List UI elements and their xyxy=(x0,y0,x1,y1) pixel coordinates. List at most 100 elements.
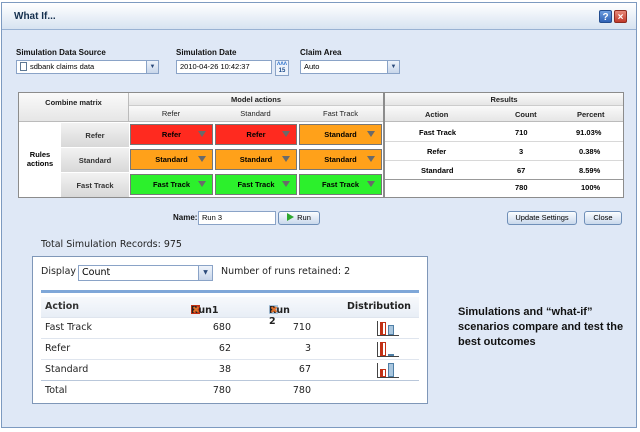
display-label: Display xyxy=(41,266,77,277)
row-header-standard: Standard xyxy=(61,147,129,172)
dropdown-icon xyxy=(282,131,290,137)
claim-area-label: Claim Area xyxy=(300,48,342,57)
matrix-cell-select[interactable]: Fast Track xyxy=(130,174,213,195)
results-percent: 8.59% xyxy=(579,166,601,175)
divider xyxy=(41,290,419,293)
results-col-percent: Percent xyxy=(577,110,605,119)
runs-retained-label: Number of runs retained: 2 xyxy=(221,266,351,277)
run-button-label: Run xyxy=(297,213,311,222)
data-source-value: sdbank claims data xyxy=(30,62,95,71)
model-actions-label: Model actions xyxy=(129,93,383,106)
matrix-cell-value: Standard xyxy=(324,130,357,139)
comparison-row: Refer 62 3 xyxy=(41,339,419,360)
matrix-cell-select[interactable]: Refer xyxy=(130,124,213,145)
close-button[interactable]: Close xyxy=(584,211,622,225)
results-action: Refer xyxy=(427,147,447,156)
matrix-cell-select[interactable]: Standard xyxy=(130,149,213,170)
play-icon xyxy=(287,213,295,221)
dialog-title: What If... xyxy=(14,11,56,22)
close-icon[interactable]: × xyxy=(614,10,627,23)
col-header-refer: Refer xyxy=(129,106,213,122)
dropdown-icon xyxy=(367,131,375,137)
total-run1: 780 xyxy=(212,385,231,396)
run2-bar xyxy=(388,325,394,335)
help-icon[interactable]: ? xyxy=(599,10,612,23)
row-run1: 62 xyxy=(218,343,231,354)
matrix-cell-select[interactable]: Fast Track xyxy=(215,174,297,195)
results-total-percent: 100% xyxy=(581,183,601,192)
matrix-cell-value: Standard xyxy=(324,155,357,164)
what-if-dialog: What If... ? × Simulation Data Source sd… xyxy=(1,2,637,428)
results-header-row: Action Count Percent xyxy=(385,106,623,122)
results-col-action: Action xyxy=(425,110,449,119)
chevron-down-icon[interactable]: ▼ xyxy=(387,61,399,73)
dropdown-icon xyxy=(198,131,206,137)
run2-bar xyxy=(388,363,394,377)
matrix-cell-value: Fast Track xyxy=(321,180,360,189)
results-action: Standard xyxy=(421,166,454,175)
distribution-chart xyxy=(377,342,399,357)
col-action: Action xyxy=(45,301,80,312)
distribution-chart xyxy=(377,321,399,336)
distribution-chart xyxy=(377,363,399,378)
caption-text: Simulations and “what-if” scenarios comp… xyxy=(458,306,624,348)
claim-area-select[interactable]: Auto ▼ xyxy=(300,60,400,74)
results-count: 3 xyxy=(519,147,524,156)
comparison-header-row: Action Run1 ✖ Run 2 ✖ Distribution xyxy=(41,297,419,327)
results-row: Refer 3 0.38% xyxy=(385,142,623,161)
title-bar: What If... ? × xyxy=(2,3,636,30)
results-action: Fast Track xyxy=(419,128,457,137)
row-action: Fast Track xyxy=(45,322,92,333)
matrix-cell-select[interactable]: Standard xyxy=(299,124,382,145)
results-count: 67 xyxy=(517,166,526,175)
combine-matrix: Combine matrix Model actions Refer Stand… xyxy=(18,92,384,198)
results-count: 710 xyxy=(515,128,528,137)
run-button[interactable]: Run xyxy=(278,211,320,225)
calendar-day: 15 xyxy=(278,68,286,74)
row-action: Standard xyxy=(45,364,89,375)
run1-bar xyxy=(380,322,386,335)
sim-date-field[interactable]: 2010-04-26 10:42:37 xyxy=(176,60,272,74)
dropdown-icon xyxy=(367,181,375,187)
calendar-icon[interactable]: ᴧᴧᴧ 15 xyxy=(275,60,289,76)
col-distribution: Distribution xyxy=(347,301,411,312)
results-total-count: 780 xyxy=(515,183,528,192)
row-run1: 38 xyxy=(218,364,231,375)
sim-date-label: Simulation Date xyxy=(176,48,237,57)
data-source-select[interactable]: sdbank claims data ▼ xyxy=(16,60,159,74)
matrix-cell-select[interactable]: Fast Track xyxy=(299,174,382,195)
database-icon xyxy=(20,62,27,71)
chevron-down-icon[interactable]: ▼ xyxy=(198,266,212,280)
total-label: Total xyxy=(45,385,68,396)
matrix-cell-select[interactable]: Standard xyxy=(299,149,382,170)
run-name-label: Name: xyxy=(173,213,198,222)
display-select[interactable]: Count ▼ xyxy=(78,265,213,281)
results-total-row: 780 100% xyxy=(385,178,623,197)
comparison-total-row: Total 780 780 xyxy=(41,381,419,402)
comparison-row: Fast Track 680 710 xyxy=(41,318,419,339)
matrix-cell-value: Fast Track xyxy=(237,180,275,189)
run-name-input[interactable]: Run 3 xyxy=(198,211,276,225)
total-simulation-records: Total Simulation Records: 975 xyxy=(41,239,182,250)
col-header-standard: Standard xyxy=(213,106,298,122)
dropdown-icon xyxy=(198,156,206,162)
run1-bar xyxy=(380,369,386,377)
run1-bar xyxy=(380,342,386,356)
row-run2: 67 xyxy=(298,364,311,375)
row-header-fast-track: Fast Track xyxy=(61,172,129,197)
matrix-cell-value: Standard xyxy=(239,155,273,164)
remove-run2-icon[interactable]: ✖ xyxy=(270,305,278,316)
chevron-down-icon[interactable]: ▼ xyxy=(146,61,158,73)
remove-run1-icon[interactable]: ✖ xyxy=(192,305,200,316)
dropdown-icon xyxy=(198,181,206,187)
data-source-label: Simulation Data Source xyxy=(16,48,106,57)
col-header-fast-track: Fast Track xyxy=(298,106,383,122)
row-header-refer: Refer xyxy=(61,122,129,147)
results-percent: 91.03% xyxy=(576,128,602,137)
dropdown-icon xyxy=(282,181,290,187)
matrix-cell-select[interactable]: Refer xyxy=(215,124,297,145)
row-run1: 680 xyxy=(212,322,231,333)
matrix-cell-select[interactable]: Standard xyxy=(215,149,297,170)
claim-area-value: Auto xyxy=(304,62,320,71)
update-settings-button[interactable]: Update Settings xyxy=(507,211,577,225)
